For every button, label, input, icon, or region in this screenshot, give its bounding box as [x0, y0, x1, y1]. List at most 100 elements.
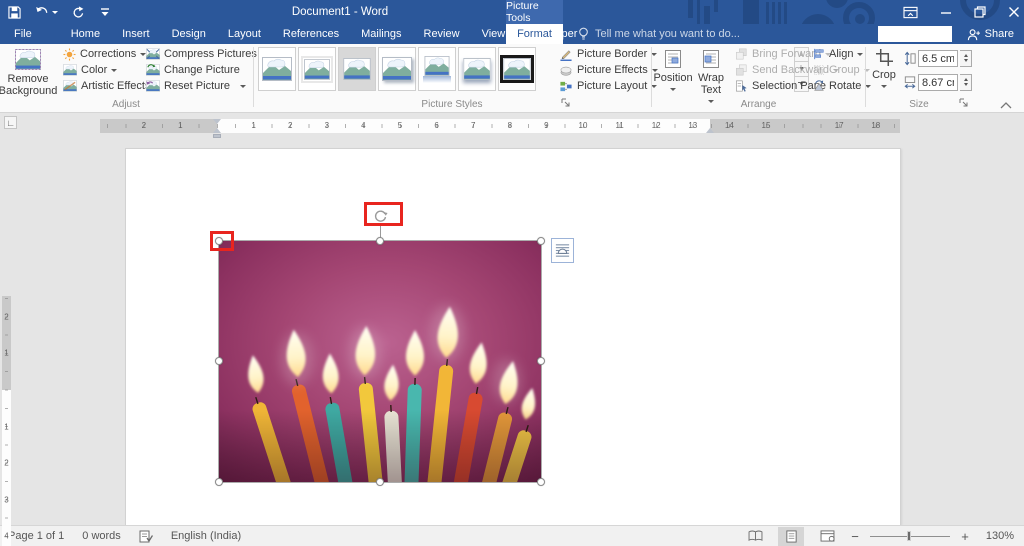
size-dialog-launcher[interactable]	[958, 97, 970, 109]
minimize-icon[interactable]	[940, 6, 952, 18]
style-shadow-icon	[382, 57, 412, 81]
share-label: Share	[984, 28, 1014, 40]
account-signin-box[interactable]	[878, 26, 952, 42]
shape-width-row	[904, 74, 972, 91]
height-spinner[interactable]	[960, 50, 972, 67]
zoom-in-button[interactable]: +	[960, 529, 970, 544]
hanging-indent-marker[interactable]	[213, 128, 221, 133]
send-backward-button[interactable]: Send Backward	[732, 62, 840, 78]
tell-me-box[interactable]: Tell me what you want to do...	[578, 24, 740, 44]
position-label: Position	[653, 72, 693, 84]
group-label-picture-styles: Picture Styles	[421, 99, 483, 110]
align-button[interactable]: Align	[810, 46, 864, 62]
rotate-button[interactable]: Rotate	[810, 78, 872, 94]
resize-handle-bottom-right[interactable]	[537, 478, 545, 486]
ruler-number: 2	[141, 121, 147, 130]
selection-pane-icon	[736, 80, 747, 92]
lightbulb-icon	[579, 27, 588, 40]
picture-style-thumbnail[interactable]	[458, 47, 496, 91]
group-button[interactable]: Group	[810, 62, 870, 78]
dropdown-caret	[111, 69, 118, 75]
highlight-box-rotation-handle	[364, 202, 403, 226]
tab-file[interactable]: File	[0, 24, 46, 44]
left-indent-marker[interactable]	[213, 134, 221, 138]
tab-insert[interactable]: Insert	[111, 24, 161, 44]
picture-style-thumbnail[interactable]	[378, 47, 416, 91]
reset-picture-button[interactable]: Reset Picture	[143, 78, 260, 94]
tab-layout[interactable]: Layout	[217, 24, 272, 44]
resize-handle-middle-right[interactable]	[537, 357, 545, 365]
word-count[interactable]: 0 words	[82, 530, 121, 542]
tab-review[interactable]: Review	[413, 24, 471, 44]
group-label-adjust: Adjust	[112, 99, 140, 110]
tab-home[interactable]: Home	[60, 24, 111, 44]
restore-icon[interactable]	[974, 6, 986, 18]
tab-references[interactable]: References	[272, 24, 350, 44]
compress-pictures-button[interactable]: Compress Pictures	[143, 46, 260, 62]
close-icon[interactable]	[1008, 6, 1020, 18]
wrap-text-icon	[701, 49, 721, 69]
resize-handle-top-center[interactable]	[376, 237, 384, 245]
group-arrange: Position Wrap Text Bring Forward Send Ba…	[652, 44, 872, 113]
resize-handle-bottom-left[interactable]	[215, 478, 223, 486]
tab-format-active[interactable]: Format	[506, 24, 563, 44]
vertical-ruler[interactable]: 211234567	[2, 296, 11, 546]
picture-style-thumbnail[interactable]	[338, 47, 376, 91]
resize-handle-top-right[interactable]	[537, 237, 545, 245]
layout-options-button[interactable]	[551, 238, 574, 263]
color-icon	[63, 64, 77, 76]
page-indicator[interactable]: Page 1 of 1	[8, 530, 64, 542]
language-indicator[interactable]: English (India)	[171, 530, 241, 542]
ruler-number: 1	[251, 121, 256, 130]
shape-height-input[interactable]	[918, 50, 958, 67]
picture-style-thumbnail[interactable]	[298, 47, 336, 91]
change-picture-button[interactable]: Change Picture	[143, 62, 260, 78]
resize-handle-middle-left[interactable]	[215, 357, 223, 365]
document-page[interactable]	[125, 148, 901, 525]
print-layout-button[interactable]	[778, 526, 804, 546]
ruler-number: 15	[761, 121, 771, 130]
share-button[interactable]: Share	[967, 24, 1014, 44]
web-layout-button[interactable]	[814, 527, 840, 546]
send-backward-icon	[736, 64, 747, 76]
tab-stop-selector[interactable]: ∟	[4, 116, 17, 129]
zoom-slider[interactable]	[870, 527, 950, 545]
ruler-number: 1	[178, 121, 183, 130]
zoom-out-button[interactable]: −	[850, 529, 860, 544]
zoom-level[interactable]: 130%	[980, 530, 1014, 542]
artistic-effects-label: Artistic Effects	[81, 80, 151, 92]
remove-background-icon	[15, 49, 41, 70]
proofing-status-icon[interactable]	[139, 530, 153, 543]
ruler-zone: ∟ 2 1 1 2 3 4 5 6 7 8 9 10 11 12 13 14 15 17 18	[0, 113, 1024, 148]
tab-design[interactable]: Design	[161, 24, 217, 44]
document-area[interactable]: 211234567	[0, 148, 1024, 546]
picture-style-thumbnail[interactable]	[258, 47, 296, 91]
ruler-number: 8	[507, 121, 513, 130]
picture-border-button[interactable]: Picture Border	[556, 46, 661, 62]
selected-picture-candles[interactable]	[218, 240, 542, 483]
horizontal-ruler[interactable]: 2 1 1 2 3 4 5 6 7 8 9 10 11 12 13 14 15 17 18	[100, 119, 900, 138]
picture-style-thumbnail[interactable]	[418, 47, 456, 91]
corrections-label: Corrections	[80, 48, 137, 60]
picture-effects-icon	[560, 66, 572, 76]
right-indent-marker[interactable]	[706, 128, 714, 133]
read-mode-button[interactable]	[742, 527, 768, 546]
shape-width-input[interactable]	[918, 74, 958, 91]
picture-style-thumbnail[interactable]	[498, 47, 536, 91]
zoom-slider-thumb[interactable]	[906, 531, 911, 541]
ruler-number: 17	[834, 121, 844, 130]
picture-effects-button[interactable]: Picture Effects	[556, 62, 661, 78]
group-size: Crop Size	[866, 44, 972, 113]
shape-height-row	[904, 50, 972, 67]
collapse-ribbon-button[interactable]	[998, 100, 1014, 110]
highlight-box-top-left-handle	[210, 231, 234, 251]
resize-handle-bottom-center[interactable]	[376, 478, 384, 486]
picture-border-label: Picture Border	[577, 48, 648, 60]
selection-pane-button[interactable]: Selection Pane	[732, 78, 826, 94]
ribbon-display-options-icon[interactable]	[903, 6, 918, 19]
tab-mailings[interactable]: Mailings	[350, 24, 412, 44]
bring-forward-button[interactable]: Bring Forward	[732, 46, 832, 62]
first-line-indent-marker[interactable]	[213, 119, 221, 124]
picture-layout-button[interactable]: Picture Layout	[556, 78, 661, 94]
width-spinner[interactable]	[960, 74, 972, 91]
